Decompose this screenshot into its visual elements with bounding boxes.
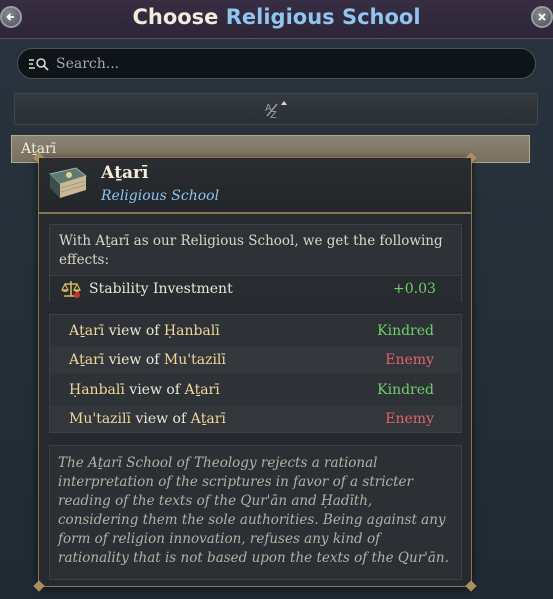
effects-section: With Aṯarī as our Religious School, we g…: [49, 224, 462, 302]
school-name: Aṯarī: [101, 163, 149, 183]
effect-row: Stability Investment +0.03: [50, 275, 461, 302]
effects-intro: With Aṯarī as our Religious School, we g…: [59, 233, 443, 268]
relation-label: Mu'tazilī view of Aṯarī: [69, 411, 226, 427]
search-filter-icon: [29, 57, 49, 71]
tooltip-header: Aṯarī Religious School: [39, 158, 471, 214]
relation-row: Ḥanbalī view of Aṯarī Kindred: [50, 377, 461, 403]
scales-icon: [61, 281, 81, 298]
sort-bar[interactable]: A Z: [14, 93, 538, 125]
tooltip-panel: Aṯarī Religious School With Aṯarī as our…: [33, 152, 477, 592]
relation-status: Enemy: [385, 352, 434, 368]
relation-row: Aṯarī view of Mu'tazilī Enemy: [50, 347, 461, 373]
effect-value: +0.03: [393, 281, 436, 297]
relation-status: Kindred: [377, 323, 434, 339]
relation-row: Mu'tazilī view of Aṯarī Enemy: [50, 406, 461, 432]
school-description: The Aṯarī School of Theology rejects a r…: [49, 445, 462, 580]
title-accent: Religious School: [225, 5, 421, 29]
corner-ornament: [465, 580, 477, 592]
sort-az-ascending-icon: A Z: [265, 101, 287, 120]
school-type: Religious School: [101, 188, 220, 204]
relation-status: Kindred: [377, 382, 434, 398]
book-icon: [49, 167, 88, 198]
relation-label: Aṯarī view of Ḥanbalī: [69, 323, 220, 339]
title-bar: Choose Religious School: [0, 0, 553, 39]
close-icon: [538, 13, 546, 21]
search-bar[interactable]: [17, 48, 536, 79]
relation-status: Enemy: [385, 411, 434, 427]
search-input[interactable]: [54, 54, 498, 73]
relation-row: Aṯarī view of Ḥanbalī Kindred: [50, 318, 461, 344]
effect-label: Stability Investment: [89, 281, 233, 297]
relation-label: Aṯarī view of Mu'tazilī: [69, 352, 226, 368]
corner-ornament: [33, 580, 45, 592]
close-button[interactable]: [531, 6, 553, 28]
relation-label: Ḥanbalī view of Aṯarī: [69, 382, 220, 398]
relations-table: Aṯarī view of Ḥanbalī Kindred Aṯarī view…: [49, 314, 462, 433]
page-title: Choose Religious School: [0, 5, 553, 29]
title-prefix: Choose: [132, 5, 219, 29]
